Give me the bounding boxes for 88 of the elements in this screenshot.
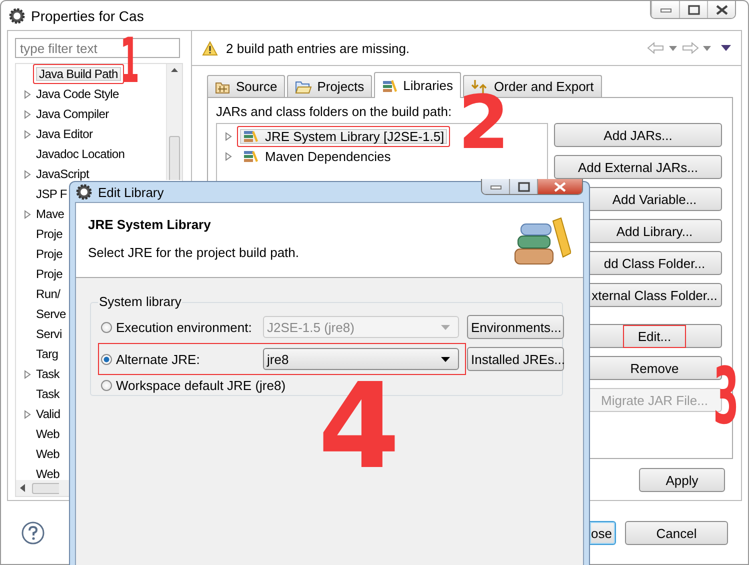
side-button[interactable]: xternal Class Folder...	[588, 283, 722, 307]
gear-icon	[76, 184, 92, 200]
warning-message: 2 build path entries are missing.	[226, 40, 410, 56]
minimize-icon[interactable]	[660, 6, 672, 12]
close-icon[interactable]	[716, 4, 728, 14]
library-icon	[243, 130, 259, 142]
sidebar-item[interactable]: Javadoc Location	[36, 147, 125, 161]
side-button[interactable]: dd Class Folder...	[588, 251, 722, 275]
warning-icon	[202, 40, 218, 56]
help-icon[interactable]	[21, 521, 45, 545]
maximize-button[interactable]	[679, 1, 707, 18]
jre-combo[interactable]: jre8	[263, 348, 459, 370]
maximize-icon[interactable]	[518, 182, 530, 192]
expand-arrow-icon[interactable]	[24, 210, 31, 218]
sidebar-item[interactable]: Web	[36, 467, 60, 481]
side-button[interactable]: Edit...	[588, 324, 722, 348]
order-arrows-icon	[471, 78, 490, 94]
folder-icon	[215, 80, 231, 94]
scroll-thumb[interactable]	[32, 482, 59, 494]
library-entry[interactable]: Maven Dependencies	[237, 146, 397, 166]
dialog-button[interactable]: ose	[590, 521, 616, 545]
side-button[interactable]: Add JARs...	[554, 123, 722, 147]
tab[interactable]: Libraries	[374, 72, 462, 98]
side-button[interactable]: Add Variable...	[588, 187, 722, 211]
expand-arrow-icon[interactable]	[24, 170, 31, 178]
minimize-button[interactable]	[482, 179, 509, 194]
sidebar-item[interactable]: Proje	[36, 247, 63, 261]
sidebar-item[interactable]: JavaScript	[36, 167, 90, 181]
sidebar-item[interactable]: Java Build Path	[33, 64, 124, 84]
minimize-icon[interactable]	[490, 184, 502, 190]
dialog-title: Edit Library	[98, 184, 164, 200]
sidebar-item[interactable]: Java Code Style	[36, 87, 119, 101]
sidebar-item[interactable]: Task	[36, 367, 60, 381]
option-label[interactable]: Alternate JRE:	[116, 352, 200, 366]
sidebar-item[interactable]: Proje	[36, 227, 63, 241]
dialog-button[interactable]: Cancel	[625, 521, 728, 545]
menu-icon[interactable]	[721, 45, 731, 51]
sidebar-item[interactable]: Proje	[36, 267, 63, 281]
books-icon	[513, 217, 571, 267]
folder-icon	[295, 80, 312, 94]
minimize-button[interactable]	[651, 1, 679, 18]
library-icon	[243, 150, 259, 162]
sidebar-item[interactable]: Targ	[36, 347, 58, 361]
maximize-icon[interactable]	[688, 4, 700, 14]
window-title: Properties for Cas	[31, 8, 144, 24]
handwritten-number: 4	[318, 382, 400, 470]
sidebar-item[interactable]: Web	[36, 447, 60, 461]
sidebar-item[interactable]: Servi	[36, 327, 62, 341]
tab[interactable]: Source	[207, 75, 286, 97]
books-icon	[382, 78, 398, 92]
dropdown-icon[interactable]	[441, 356, 450, 362]
close-button[interactable]	[537, 179, 582, 194]
sidebar-item[interactable]: Task	[36, 387, 60, 401]
radio-button[interactable]	[101, 354, 112, 364]
vertical-scrollbar[interactable]	[166, 64, 182, 180]
apply-button[interactable]: Apply	[639, 468, 725, 492]
group-title: System library	[98, 294, 182, 309]
dialog-heading: JRE System Library	[88, 217, 212, 232]
sidebar-item[interactable]: Web	[36, 427, 60, 441]
expand-arrow-icon[interactable]	[225, 132, 232, 140]
tab[interactable]: Projects	[287, 75, 372, 97]
dialog-button[interactable]: Installed JREs...	[467, 347, 564, 371]
sidebar-item[interactable]: Java Compiler	[36, 107, 109, 121]
sidebar-item[interactable]: Valid	[36, 407, 60, 421]
library-entry[interactable]: JRE System Library [J2SE-1.5]	[237, 126, 450, 146]
gear-icon	[9, 8, 25, 24]
option-label[interactable]: Workspace default JRE (jre8)	[116, 378, 286, 392]
section-label: JARs and class folders on the build path:	[216, 104, 453, 119]
close-button[interactable]	[707, 1, 735, 18]
sidebar-item[interactable]: JSP F	[36, 187, 67, 201]
expand-arrow-icon[interactable]	[225, 152, 232, 160]
dialog-description: Select JRE for the project build path.	[88, 245, 300, 260]
side-button[interactable]: Add External JARs...	[554, 155, 722, 179]
forward-icon[interactable]	[681, 42, 699, 54]
expand-arrow-icon[interactable]	[24, 410, 31, 418]
sidebar-item[interactable]: Mave	[36, 207, 64, 221]
scroll-thumb[interactable]	[169, 136, 180, 180]
expand-arrow-icon[interactable]	[24, 130, 31, 138]
radio-button[interactable]	[101, 380, 112, 390]
back-icon[interactable]	[647, 42, 665, 54]
expand-arrow-icon[interactable]	[24, 110, 31, 118]
side-button[interactable]: Add Library...	[588, 219, 722, 243]
expand-arrow-icon[interactable]	[24, 90, 31, 98]
maximize-button[interactable]	[509, 179, 537, 194]
sidebar-item[interactable]: Run/	[36, 287, 60, 301]
sidebar-item[interactable]: Java Editor	[36, 127, 93, 141]
sidebar-item[interactable]: Serve	[36, 307, 66, 321]
expand-arrow-icon[interactable]	[24, 370, 31, 378]
